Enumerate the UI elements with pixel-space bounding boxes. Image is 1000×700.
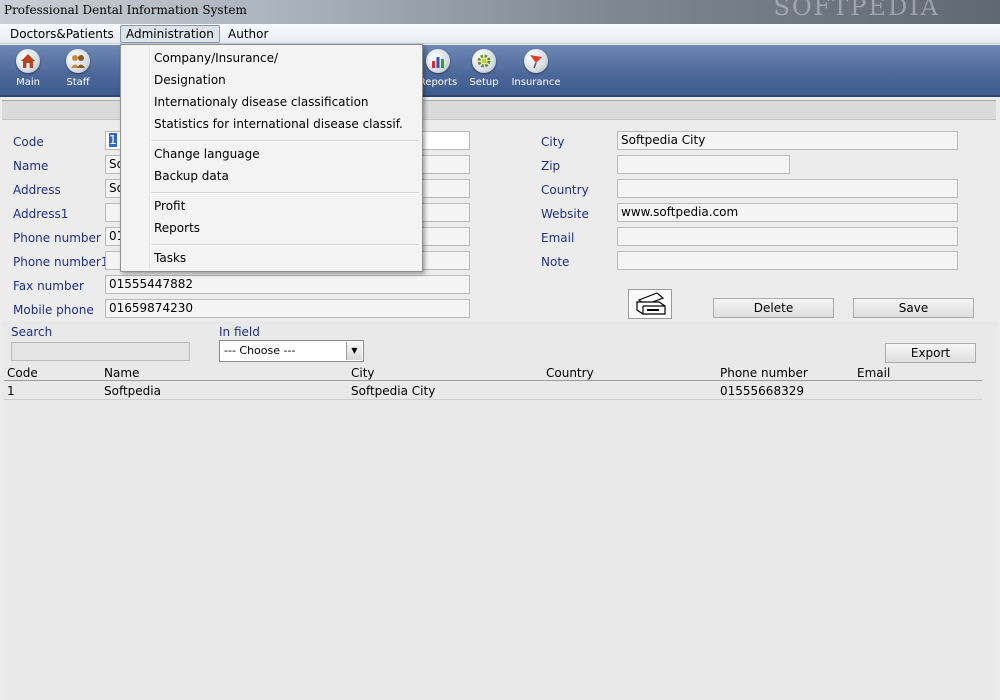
cell-code: 1	[7, 384, 15, 398]
menu-item-designation[interactable]: Designation	[154, 73, 226, 87]
mobile-phone-field[interactable]: 01659874230	[105, 299, 470, 318]
in-field-select-value: --- Choose ---	[224, 344, 296, 357]
menu-separator	[151, 140, 419, 142]
menu-doctors-patients[interactable]: Doctors&Patients	[4, 25, 120, 43]
grid-header: Code Name City Country Phone number Emai…	[4, 365, 982, 381]
note-field[interactable]	[617, 251, 958, 270]
label-city: City	[541, 135, 565, 149]
setup-gear-icon	[472, 49, 496, 73]
label-zip: Zip	[541, 159, 561, 173]
label-in-field: In field	[219, 325, 260, 339]
menu-item-disease-statistics[interactable]: Statistics for international disease cla…	[154, 117, 403, 131]
menu-separator	[151, 244, 419, 246]
toolbar-main-button[interactable]: Main	[3, 49, 53, 88]
label-name: Name	[13, 159, 49, 173]
label-mobile-phone: Mobile phone	[13, 303, 94, 317]
toolbar-setup-label: Setup	[469, 77, 499, 88]
label-code: Code	[13, 135, 44, 149]
house-icon	[16, 49, 40, 73]
menu-item-profit[interactable]: Profit	[154, 199, 185, 213]
label-address: Address	[13, 183, 61, 197]
column-header-phone-number[interactable]: Phone number	[720, 365, 808, 381]
label-fax-number: Fax number	[13, 279, 84, 293]
cell-city: Softpedia City	[351, 384, 436, 398]
cell-name: Softpedia	[104, 384, 161, 398]
toolbar-main-label: Main	[16, 77, 40, 88]
toolbar-insurance-button[interactable]: Insurance	[511, 49, 561, 88]
reports-chart-icon	[426, 49, 450, 73]
menu-author[interactable]: Author	[222, 25, 274, 43]
table-row[interactable]: 1 Softpedia Softpedia City 01555668329	[4, 383, 982, 400]
menu-item-change-language[interactable]: Change language	[154, 147, 260, 161]
delete-button[interactable]: Delete	[713, 298, 834, 318]
column-header-city[interactable]: City	[351, 365, 375, 381]
menu-item-company-insurance[interactable]: Company/Insurance/	[154, 51, 278, 65]
toolbar-staff-button[interactable]: Staff	[53, 49, 103, 88]
title-bar: Professional Dental Information System S…	[0, 0, 1000, 24]
country-field[interactable]	[617, 179, 958, 198]
label-phone-number: Phone number	[13, 231, 101, 245]
label-phone-number1: Phone number1	[13, 255, 109, 269]
menu-bar: Doctors&Patients Administration Author	[0, 24, 1000, 44]
label-website: Website	[541, 207, 589, 221]
city-field[interactable]: Softpedia City	[617, 131, 958, 150]
email-field[interactable]	[617, 227, 958, 246]
label-search: Search	[11, 325, 53, 339]
toolbar-setup-button[interactable]: Setup	[459, 49, 509, 88]
menu-separator	[151, 192, 419, 194]
staff-icon	[66, 49, 90, 73]
menu-item-disease-classification[interactable]: Internationaly disease classification	[154, 95, 369, 109]
column-header-country[interactable]: Country	[546, 365, 594, 381]
menu-gutter	[149, 47, 151, 269]
in-field-select[interactable]: --- Choose --- ▼	[219, 340, 364, 362]
toolbar-staff-label: Staff	[66, 77, 90, 88]
watermark: SOFTPEDIA	[773, 0, 940, 21]
window-title: Professional Dental Information System	[4, 3, 247, 17]
code-value: 1	[109, 133, 117, 147]
fax-number-field[interactable]: 01555447882	[105, 275, 470, 294]
print-button[interactable]	[628, 289, 672, 319]
zip-field[interactable]	[617, 155, 790, 174]
label-note: Note	[541, 255, 570, 269]
column-header-email[interactable]: Email	[857, 365, 890, 381]
printer-icon	[636, 292, 666, 315]
menu-item-backup-data[interactable]: Backup data	[154, 169, 229, 183]
cell-phone-number: 01555668329	[720, 384, 804, 398]
menu-item-tasks[interactable]: Tasks	[154, 251, 186, 265]
column-header-code[interactable]: Code	[7, 365, 38, 381]
administration-menu: Company/Insurance/ Designation Internati…	[120, 44, 423, 272]
search-input[interactable]	[11, 342, 190, 361]
menu-administration[interactable]: Administration	[120, 25, 220, 43]
website-field[interactable]: www.softpedia.com	[617, 203, 958, 222]
label-email: Email	[541, 231, 575, 245]
label-country: Country	[541, 183, 589, 197]
label-address1: Address1	[13, 207, 69, 221]
column-header-name[interactable]: Name	[104, 365, 139, 381]
toolbar-insurance-label: Insurance	[511, 77, 561, 88]
save-button[interactable]: Save	[853, 298, 974, 318]
export-button[interactable]: Export	[885, 343, 976, 363]
menu-item-reports[interactable]: Reports	[154, 221, 200, 235]
insurance-flag-icon	[524, 49, 548, 73]
dropdown-arrow-icon[interactable]: ▼	[346, 342, 362, 360]
